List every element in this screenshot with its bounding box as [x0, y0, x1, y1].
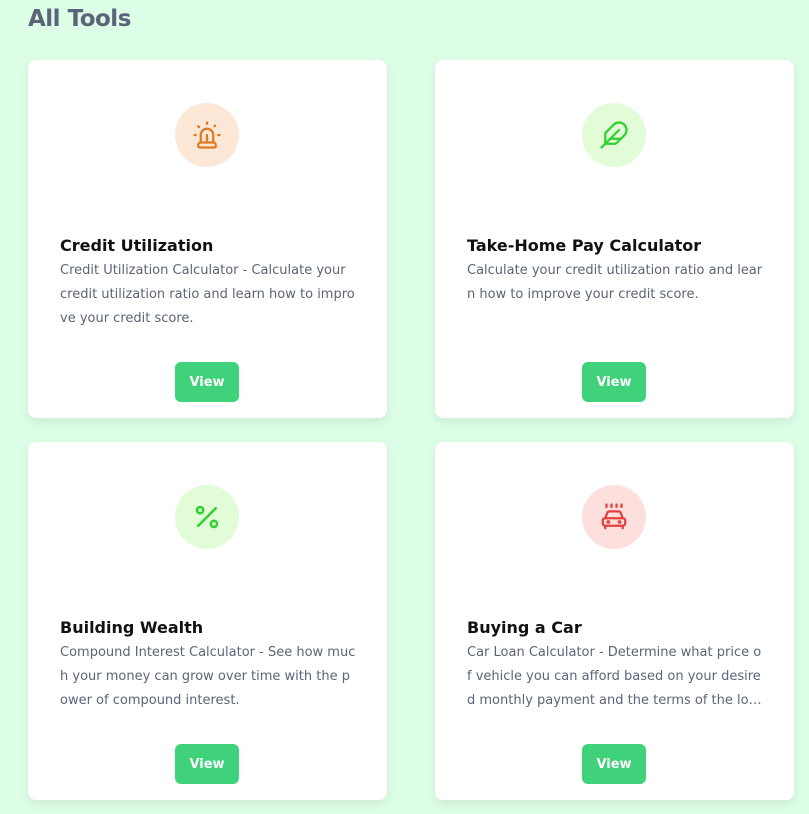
card-description: Car Loan Calculator - Determine what pri…: [467, 645, 762, 708]
tools-grid: Credit Utilization Credit Utilization Ca…: [28, 60, 794, 800]
card-description: Calculate your credit utilization ratio …: [467, 263, 763, 302]
feather-icon: [600, 121, 628, 149]
icon-circle: [582, 485, 646, 549]
icon-circle: [582, 103, 646, 167]
card-title: Buying a Car: [467, 618, 582, 637]
view-button[interactable]: View: [175, 362, 239, 402]
icon-circle: [175, 103, 239, 167]
card-title: Take-Home Pay Calculator: [467, 236, 702, 255]
card-title: Credit Utilization: [60, 236, 214, 255]
percent-icon: [195, 505, 219, 529]
tool-card-take-home-pay: Take-Home Pay Calculator Calculate your …: [435, 60, 794, 418]
tool-card-credit-utilization: Credit Utilization Credit Utilization Ca…: [28, 60, 387, 418]
icon-circle: [175, 485, 239, 549]
card-title: Building Wealth: [60, 618, 204, 637]
tool-card-building-wealth: Building Wealth Compound Interest Calcul…: [28, 442, 387, 800]
view-button[interactable]: View: [582, 362, 646, 402]
view-button[interactable]: View: [175, 744, 239, 784]
page-title: All Tools: [28, 6, 131, 32]
card-description: Compound Interest Calculator - See how m…: [60, 645, 356, 708]
car-icon: [601, 503, 627, 530]
card-description: Credit Utilization Calculator - Calculat…: [60, 263, 355, 326]
tool-card-buying-a-car: Buying a Car Car Loan Calculator - Deter…: [435, 442, 794, 800]
view-button[interactable]: View: [582, 744, 646, 784]
siren-icon: [193, 121, 221, 149]
